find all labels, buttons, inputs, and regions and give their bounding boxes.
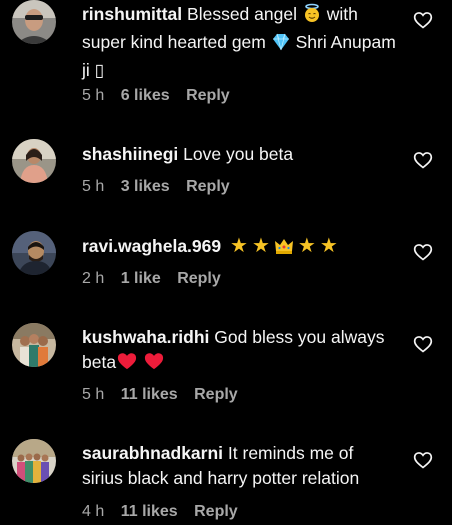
comment-text: saurabhnadkarni It reminds me of sirius …	[82, 441, 397, 491]
comment-timestamp: 4 h	[82, 503, 105, 520]
like-heart-icon[interactable]	[413, 10, 433, 30]
comment-username[interactable]: kushwaha.ridhi	[82, 327, 209, 347]
comment-username[interactable]: rinshumittal	[82, 4, 182, 24]
reply-button[interactable]: Reply	[177, 270, 221, 287]
reply-button[interactable]: Reply	[186, 178, 230, 195]
red-heart-emoji-icon	[116, 351, 138, 378]
comment-timestamp: 5 h	[82, 178, 105, 195]
comment-username[interactable]: ravi.waghela.969	[82, 236, 221, 256]
comment-body: Blessed angel	[187, 4, 297, 24]
star-emoji-icon: ★	[230, 235, 248, 257]
unsupported-glyph-icon: ▯	[94, 60, 105, 80]
crown-emoji-icon	[274, 237, 294, 262]
comment-text: shashiinegi Love you beta	[82, 142, 397, 167]
comment-likes[interactable]: 11 likes	[121, 386, 178, 403]
comment-timestamp: 2 h	[82, 270, 105, 287]
avatar[interactable]	[12, 439, 56, 483]
comment-meta: 2 h 1 like Reply	[82, 270, 233, 288]
avatar[interactable]	[12, 231, 56, 275]
comment-meta: 5 h 11 likes Reply	[82, 386, 250, 404]
comment-text: kushwaha.ridhi God bless you always beta	[82, 325, 397, 378]
red-heart-emoji-icon	[143, 351, 165, 378]
comment-username[interactable]: shashiinegi	[82, 144, 178, 164]
avatar[interactable]	[12, 323, 56, 367]
comment-body: Love you beta	[183, 144, 294, 164]
comment-likes[interactable]: 11 likes	[121, 503, 178, 520]
comment-username[interactable]: saurabhnadkarni	[82, 443, 223, 463]
comment-timestamp: 5 h	[82, 386, 105, 403]
like-heart-icon[interactable]	[413, 242, 433, 262]
comment-likes[interactable]: 1 like	[121, 270, 161, 287]
comment-likes[interactable]: 3 likes	[121, 178, 170, 195]
comment-text: rinshumittal Blessed angel with super ki…	[82, 2, 397, 83]
star-emoji-icon: ★	[251, 235, 270, 257]
avatar[interactable]	[12, 139, 56, 183]
comment-meta: 5 h 6 likes Reply	[82, 87, 242, 105]
comment-likes[interactable]: 6 likes	[121, 87, 170, 104]
comment-meta: 5 h 3 likes Reply	[82, 178, 242, 196]
reply-button[interactable]: Reply	[194, 386, 238, 403]
star-emoji-icon: ★	[319, 235, 338, 257]
comment-timestamp: 5 h	[82, 87, 105, 104]
star-emoji-icon: ★	[297, 235, 316, 257]
gem-emoji-icon	[271, 33, 291, 58]
comment-meta: 4 h 11 likes Reply	[82, 503, 250, 521]
reply-button[interactable]: Reply	[186, 87, 230, 104]
comment-text: ravi.waghela.969 ★ ★ ★ ★	[82, 234, 397, 262]
angel-emoji-icon	[302, 3, 322, 30]
reply-button[interactable]: Reply	[194, 503, 238, 520]
like-heart-icon[interactable]	[413, 450, 433, 470]
avatar[interactable]	[12, 0, 56, 44]
like-heart-icon[interactable]	[413, 150, 433, 170]
like-heart-icon[interactable]	[413, 334, 433, 354]
